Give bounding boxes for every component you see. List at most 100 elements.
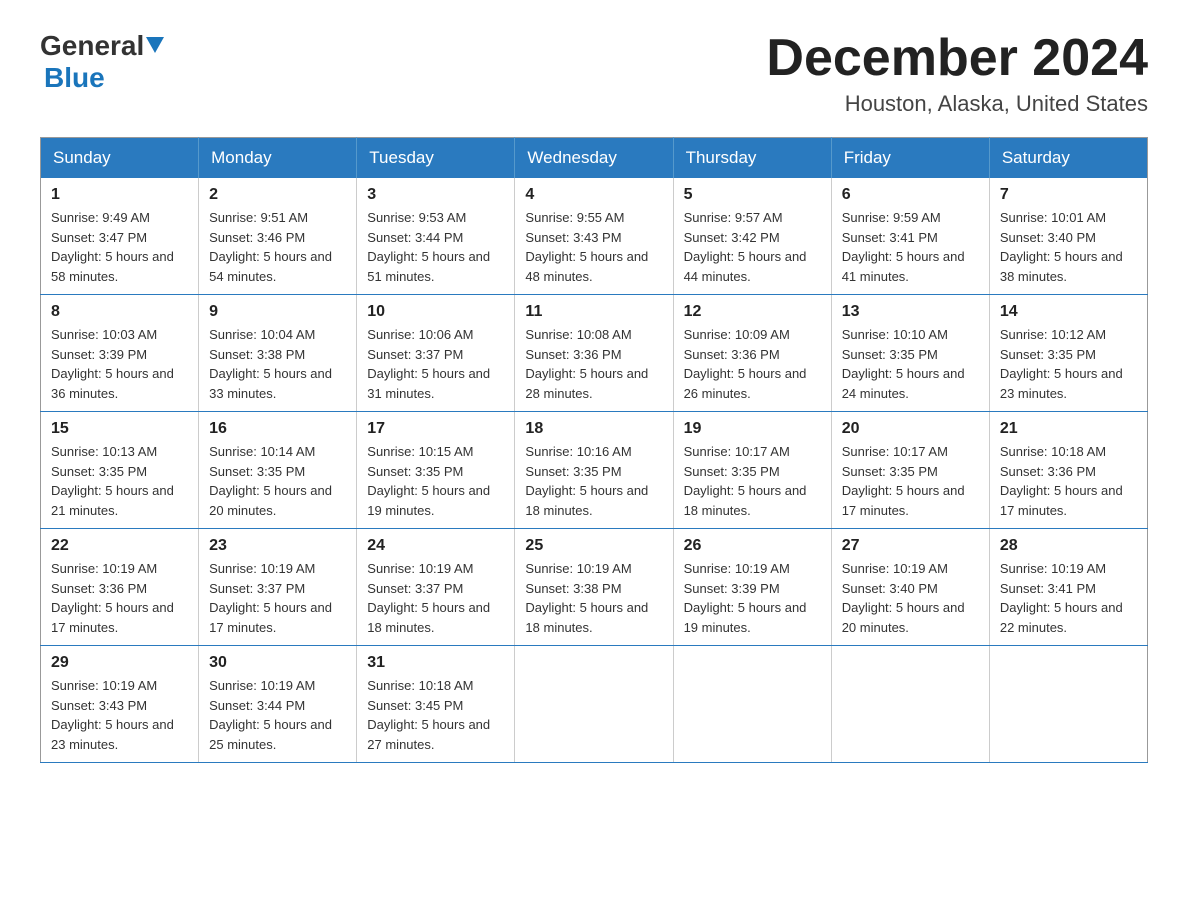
sunset-label: Sunset: 3:35 PM bbox=[525, 464, 621, 479]
sunrise-label: Sunrise: 10:19 AM bbox=[209, 678, 315, 693]
table-row: 24 Sunrise: 10:19 AM Sunset: 3:37 PM Day… bbox=[357, 529, 515, 646]
sunrise-label: Sunrise: 9:53 AM bbox=[367, 210, 466, 225]
calendar-table: Sunday Monday Tuesday Wednesday Thursday… bbox=[40, 137, 1148, 763]
header-saturday: Saturday bbox=[989, 138, 1147, 179]
sunrise-label: Sunrise: 9:55 AM bbox=[525, 210, 624, 225]
table-row: 3 Sunrise: 9:53 AM Sunset: 3:44 PM Dayli… bbox=[357, 178, 515, 295]
day-info: Sunrise: 10:04 AM Sunset: 3:38 PM Daylig… bbox=[209, 325, 346, 403]
day-number: 28 bbox=[1000, 537, 1137, 555]
sunset-label: Sunset: 3:40 PM bbox=[842, 581, 938, 596]
sunrise-label: Sunrise: 9:49 AM bbox=[51, 210, 150, 225]
day-number: 20 bbox=[842, 420, 979, 438]
sunrise-label: Sunrise: 10:19 AM bbox=[842, 561, 948, 576]
daylight-label: Daylight: 5 hours and 17 minutes. bbox=[842, 483, 965, 518]
table-row: 28 Sunrise: 10:19 AM Sunset: 3:41 PM Day… bbox=[989, 529, 1147, 646]
table-row bbox=[831, 646, 989, 763]
sunset-label: Sunset: 3:42 PM bbox=[684, 230, 780, 245]
day-number: 11 bbox=[525, 303, 662, 321]
table-row: 12 Sunrise: 10:09 AM Sunset: 3:36 PM Day… bbox=[673, 295, 831, 412]
sunrise-label: Sunrise: 10:17 AM bbox=[684, 444, 790, 459]
daylight-label: Daylight: 5 hours and 36 minutes. bbox=[51, 366, 174, 401]
table-row: 30 Sunrise: 10:19 AM Sunset: 3:44 PM Day… bbox=[199, 646, 357, 763]
sunset-label: Sunset: 3:38 PM bbox=[525, 581, 621, 596]
daylight-label: Daylight: 5 hours and 19 minutes. bbox=[684, 600, 807, 635]
sunset-label: Sunset: 3:37 PM bbox=[209, 581, 305, 596]
daylight-label: Daylight: 5 hours and 19 minutes. bbox=[367, 483, 490, 518]
sunrise-label: Sunrise: 10:03 AM bbox=[51, 327, 157, 342]
daylight-label: Daylight: 5 hours and 26 minutes. bbox=[684, 366, 807, 401]
day-info: Sunrise: 10:18 AM Sunset: 3:36 PM Daylig… bbox=[1000, 442, 1137, 520]
day-info: Sunrise: 10:19 AM Sunset: 3:36 PM Daylig… bbox=[51, 559, 188, 637]
daylight-label: Daylight: 5 hours and 54 minutes. bbox=[209, 249, 332, 284]
sunrise-label: Sunrise: 10:19 AM bbox=[51, 561, 157, 576]
header-friday: Friday bbox=[831, 138, 989, 179]
sunset-label: Sunset: 3:35 PM bbox=[367, 464, 463, 479]
page-header: General Blue December 2024 Houston, Alas… bbox=[40, 30, 1148, 117]
daylight-label: Daylight: 5 hours and 23 minutes. bbox=[51, 717, 174, 752]
table-row: 21 Sunrise: 10:18 AM Sunset: 3:36 PM Day… bbox=[989, 412, 1147, 529]
calendar-week-row: 22 Sunrise: 10:19 AM Sunset: 3:36 PM Day… bbox=[41, 529, 1148, 646]
sunrise-label: Sunrise: 10:19 AM bbox=[367, 561, 473, 576]
sunset-label: Sunset: 3:41 PM bbox=[842, 230, 938, 245]
sunset-label: Sunset: 3:45 PM bbox=[367, 698, 463, 713]
daylight-label: Daylight: 5 hours and 41 minutes. bbox=[842, 249, 965, 284]
table-row: 5 Sunrise: 9:57 AM Sunset: 3:42 PM Dayli… bbox=[673, 178, 831, 295]
sunset-label: Sunset: 3:36 PM bbox=[525, 347, 621, 362]
day-info: Sunrise: 9:57 AM Sunset: 3:42 PM Dayligh… bbox=[684, 208, 821, 286]
table-row: 18 Sunrise: 10:16 AM Sunset: 3:35 PM Day… bbox=[515, 412, 673, 529]
day-info: Sunrise: 10:18 AM Sunset: 3:45 PM Daylig… bbox=[367, 676, 504, 754]
day-number: 10 bbox=[367, 303, 504, 321]
day-info: Sunrise: 10:13 AM Sunset: 3:35 PM Daylig… bbox=[51, 442, 188, 520]
logo-triangle-icon bbox=[144, 33, 166, 60]
sunrise-label: Sunrise: 10:14 AM bbox=[209, 444, 315, 459]
day-info: Sunrise: 9:53 AM Sunset: 3:44 PM Dayligh… bbox=[367, 208, 504, 286]
daylight-label: Daylight: 5 hours and 48 minutes. bbox=[525, 249, 648, 284]
table-row: 22 Sunrise: 10:19 AM Sunset: 3:36 PM Day… bbox=[41, 529, 199, 646]
sunset-label: Sunset: 3:35 PM bbox=[51, 464, 147, 479]
day-number: 26 bbox=[684, 537, 821, 555]
calendar-week-row: 1 Sunrise: 9:49 AM Sunset: 3:47 PM Dayli… bbox=[41, 178, 1148, 295]
table-row: 7 Sunrise: 10:01 AM Sunset: 3:40 PM Dayl… bbox=[989, 178, 1147, 295]
daylight-label: Daylight: 5 hours and 51 minutes. bbox=[367, 249, 490, 284]
daylight-label: Daylight: 5 hours and 20 minutes. bbox=[209, 483, 332, 518]
daylight-label: Daylight: 5 hours and 20 minutes. bbox=[842, 600, 965, 635]
table-row: 25 Sunrise: 10:19 AM Sunset: 3:38 PM Day… bbox=[515, 529, 673, 646]
day-number: 21 bbox=[1000, 420, 1137, 438]
daylight-label: Daylight: 5 hours and 28 minutes. bbox=[525, 366, 648, 401]
calendar-header-row: Sunday Monday Tuesday Wednesday Thursday… bbox=[41, 138, 1148, 179]
table-row: 1 Sunrise: 9:49 AM Sunset: 3:47 PM Dayli… bbox=[41, 178, 199, 295]
day-info: Sunrise: 10:19 AM Sunset: 3:44 PM Daylig… bbox=[209, 676, 346, 754]
table-row bbox=[989, 646, 1147, 763]
daylight-label: Daylight: 5 hours and 44 minutes. bbox=[684, 249, 807, 284]
day-number: 3 bbox=[367, 186, 504, 204]
sunrise-label: Sunrise: 10:10 AM bbox=[842, 327, 948, 342]
day-number: 29 bbox=[51, 654, 188, 672]
sunrise-label: Sunrise: 10:13 AM bbox=[51, 444, 157, 459]
sunset-label: Sunset: 3:36 PM bbox=[1000, 464, 1096, 479]
calendar-week-row: 8 Sunrise: 10:03 AM Sunset: 3:39 PM Dayl… bbox=[41, 295, 1148, 412]
table-row bbox=[515, 646, 673, 763]
location-subtitle: Houston, Alaska, United States bbox=[766, 91, 1148, 117]
daylight-label: Daylight: 5 hours and 25 minutes. bbox=[209, 717, 332, 752]
sunrise-label: Sunrise: 10:04 AM bbox=[209, 327, 315, 342]
daylight-label: Daylight: 5 hours and 27 minutes. bbox=[367, 717, 490, 752]
day-number: 7 bbox=[1000, 186, 1137, 204]
day-info: Sunrise: 10:19 AM Sunset: 3:37 PM Daylig… bbox=[367, 559, 504, 637]
sunset-label: Sunset: 3:43 PM bbox=[525, 230, 621, 245]
day-info: Sunrise: 10:03 AM Sunset: 3:39 PM Daylig… bbox=[51, 325, 188, 403]
table-row: 14 Sunrise: 10:12 AM Sunset: 3:35 PM Day… bbox=[989, 295, 1147, 412]
day-number: 24 bbox=[367, 537, 504, 555]
month-title: December 2024 bbox=[766, 30, 1148, 87]
sunset-label: Sunset: 3:35 PM bbox=[209, 464, 305, 479]
day-info: Sunrise: 9:55 AM Sunset: 3:43 PM Dayligh… bbox=[525, 208, 662, 286]
table-row: 9 Sunrise: 10:04 AM Sunset: 3:38 PM Dayl… bbox=[199, 295, 357, 412]
sunset-label: Sunset: 3:35 PM bbox=[842, 464, 938, 479]
day-info: Sunrise: 10:17 AM Sunset: 3:35 PM Daylig… bbox=[842, 442, 979, 520]
calendar-week-row: 15 Sunrise: 10:13 AM Sunset: 3:35 PM Day… bbox=[41, 412, 1148, 529]
sunset-label: Sunset: 3:35 PM bbox=[842, 347, 938, 362]
day-number: 17 bbox=[367, 420, 504, 438]
sunrise-label: Sunrise: 10:01 AM bbox=[1000, 210, 1106, 225]
day-number: 18 bbox=[525, 420, 662, 438]
day-info: Sunrise: 10:01 AM Sunset: 3:40 PM Daylig… bbox=[1000, 208, 1137, 286]
sunset-label: Sunset: 3:35 PM bbox=[1000, 347, 1096, 362]
